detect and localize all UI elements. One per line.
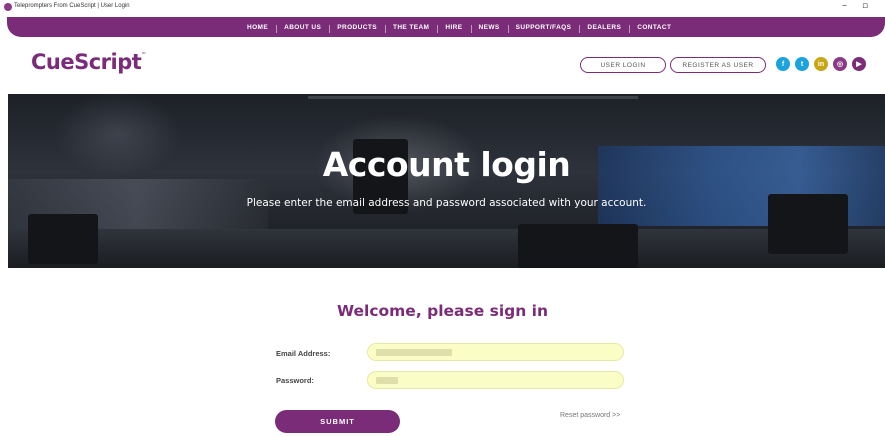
main-nav-bar: HOME ABOUT US PRODUCTS THE TEAM HIRE NEW…	[7, 17, 885, 37]
email-field[interactable]	[367, 343, 624, 361]
page-heading: Account login	[322, 145, 571, 184]
nav-item-dealers[interactable]: DEALERS	[579, 24, 629, 33]
hero-camera-left	[28, 214, 98, 264]
register-as-user-button[interactable]: REGISTER AS USER	[670, 57, 766, 73]
nav-item-about-us[interactable]: ABOUT US	[276, 24, 329, 33]
email-autofill-value	[376, 349, 452, 356]
email-label: Email Address:	[276, 349, 331, 358]
logo-text: CueScript	[31, 50, 142, 74]
facebook-icon[interactable]: f	[776, 57, 790, 71]
maximize-icon[interactable]: ▫	[862, 1, 868, 11]
password-label: Password:	[276, 376, 314, 385]
youtube-icon[interactable]: ▶	[852, 57, 866, 71]
submit-button[interactable]: SUBMIT	[275, 410, 400, 433]
password-autofill-value	[376, 377, 398, 384]
hero-studio-floor	[8, 229, 885, 268]
welcome-heading: Welcome, please sign in	[336, 302, 549, 320]
hero-lighting-rig	[308, 96, 638, 99]
password-field[interactable]	[367, 371, 624, 389]
nav-item-hire[interactable]: HIRE	[437, 24, 470, 33]
minimize-icon[interactable]: –	[842, 0, 847, 11]
nav-item-contact[interactable]: CONTACT	[629, 24, 679, 33]
app-icon	[4, 3, 12, 11]
window-title: Teleprompters From CueScript | User Logi…	[14, 3, 130, 9]
window-title-bar: Teleprompters From CueScript | User Logi…	[0, 0, 885, 17]
twitter-icon[interactable]: t	[795, 57, 809, 71]
instagram-icon[interactable]: ◎	[833, 57, 847, 71]
hero-camera-right-center	[518, 224, 638, 268]
nav-item-the-team[interactable]: THE TEAM	[384, 24, 437, 33]
reset-password-link[interactable]: Reset password >>	[560, 412, 620, 419]
nav-item-news[interactable]: NEWS	[470, 24, 508, 33]
page-subheading: Please enter the email address and passw…	[246, 197, 647, 209]
nav-item-products[interactable]: PRODUCTS	[329, 24, 385, 33]
hero-banner: Account login Please enter the email add…	[8, 94, 885, 268]
nav-menu: HOME ABOUT US PRODUCTS THE TEAM HIRE NEW…	[239, 17, 679, 37]
logo-trademark: ™	[141, 52, 146, 58]
user-login-button[interactable]: USER LOGIN	[580, 57, 666, 73]
linkedin-icon[interactable]: in	[814, 57, 828, 71]
cuescript-logo[interactable]: CueScript™	[31, 50, 146, 74]
nav-item-home[interactable]: HOME	[239, 24, 276, 31]
nav-item-support-faqs[interactable]: SUPPORT/FAQS	[507, 24, 580, 33]
